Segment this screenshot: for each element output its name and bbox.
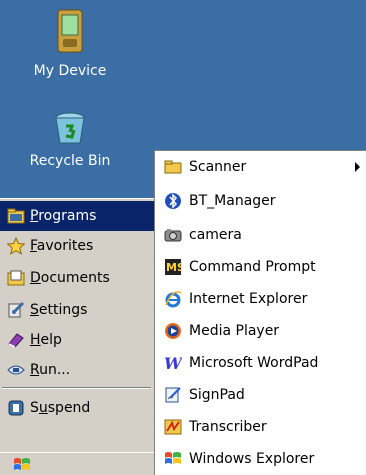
submenu-item-signpad[interactable]: SignPad bbox=[155, 379, 366, 411]
start-menu: Programs Favorites Documents Settings He… bbox=[0, 198, 155, 452]
star-icon bbox=[6, 236, 26, 256]
start-menu-item-run[interactable]: Run... bbox=[0, 355, 154, 385]
wordpad-icon: W bbox=[163, 353, 183, 373]
suspend-icon bbox=[6, 398, 26, 418]
start-menu-item-label: Settings bbox=[30, 302, 88, 318]
signpad-icon bbox=[163, 385, 183, 405]
programs-submenu: Scanner BT_Manager camera MS Command Pro… bbox=[154, 150, 366, 475]
submenu-item-command-prompt[interactable]: MS Command Prompt bbox=[155, 251, 366, 283]
submenu-item-wordpad[interactable]: W Microsoft WordPad bbox=[155, 347, 366, 379]
submenu-item-label: Internet Explorer bbox=[189, 291, 308, 307]
camera-icon bbox=[163, 225, 183, 245]
submenu-item-windows-explorer[interactable]: Windows Explorer bbox=[155, 443, 366, 475]
desktop-icon-recycle-bin[interactable]: Recycle Bin bbox=[0, 110, 140, 170]
svg-text:MS: MS bbox=[166, 261, 182, 274]
submenu-item-transcriber[interactable]: Transcriber bbox=[155, 411, 366, 443]
submenu-item-label: Scanner bbox=[189, 159, 247, 175]
start-menu-item-suspend[interactable]: Suspend bbox=[0, 393, 154, 423]
start-menu-item-label: Run... bbox=[30, 362, 71, 378]
submenu-item-bt-manager[interactable]: BT_Manager bbox=[155, 185, 366, 217]
start-menu-item-label: Suspend bbox=[30, 400, 91, 416]
start-menu-item-label: Help bbox=[30, 332, 62, 348]
submenu-item-internet-explorer[interactable]: Internet Explorer bbox=[155, 283, 366, 315]
help-book-icon bbox=[6, 330, 26, 350]
start-menu-item-label: Documents bbox=[30, 270, 110, 286]
submenu-item-label: Media Player bbox=[189, 323, 280, 339]
start-menu-item-label: Favorites bbox=[30, 238, 94, 254]
submenu-arrow-icon bbox=[355, 162, 360, 172]
submenu-item-label: BT_Manager bbox=[189, 193, 276, 209]
start-menu-item-label: Programs bbox=[30, 208, 97, 224]
desktop-icon-my-device[interactable]: My Device bbox=[0, 8, 140, 80]
run-icon bbox=[6, 360, 26, 380]
start-button[interactable] bbox=[2, 455, 42, 474]
settings-icon bbox=[6, 300, 26, 320]
submenu-item-label: Transcriber bbox=[189, 419, 267, 435]
recycle-bin-icon bbox=[55, 112, 85, 144]
documents-folder-icon bbox=[6, 268, 26, 288]
submenu-item-label: SignPad bbox=[189, 387, 245, 403]
desktop-icon-label: Recycle Bin bbox=[29, 153, 111, 169]
windows-flag-icon bbox=[14, 457, 30, 470]
submenu-item-label: Windows Explorer bbox=[189, 451, 315, 467]
start-menu-item-documents[interactable]: Documents bbox=[0, 263, 154, 293]
desktop-icon-label: My Device bbox=[33, 63, 107, 79]
submenu-item-label: camera bbox=[189, 227, 242, 243]
start-menu-item-favorites[interactable]: Favorites bbox=[0, 231, 154, 261]
pda-device-icon bbox=[57, 9, 83, 53]
bluetooth-icon bbox=[163, 191, 183, 211]
start-menu-item-settings[interactable]: Settings bbox=[0, 295, 154, 325]
start-menu-separator bbox=[2, 387, 151, 389]
submenu-item-label: Microsoft WordPad bbox=[189, 355, 319, 371]
start-menu-item-programs[interactable]: Programs bbox=[0, 201, 154, 231]
internet-explorer-icon bbox=[163, 289, 183, 309]
command-prompt-icon: MS bbox=[163, 257, 183, 277]
svg-text:W: W bbox=[164, 355, 182, 371]
submenu-item-label: Command Prompt bbox=[189, 259, 316, 275]
programs-folder-icon bbox=[6, 206, 26, 226]
windows-explorer-icon bbox=[163, 449, 183, 469]
media-player-icon bbox=[163, 321, 183, 341]
submenu-item-scanner[interactable]: Scanner bbox=[155, 151, 366, 183]
start-menu-item-help[interactable]: Help bbox=[0, 325, 154, 355]
submenu-item-camera[interactable]: camera bbox=[155, 219, 366, 251]
folder-icon bbox=[163, 157, 183, 177]
transcriber-icon bbox=[163, 417, 183, 437]
submenu-item-media-player[interactable]: Media Player bbox=[155, 315, 366, 347]
